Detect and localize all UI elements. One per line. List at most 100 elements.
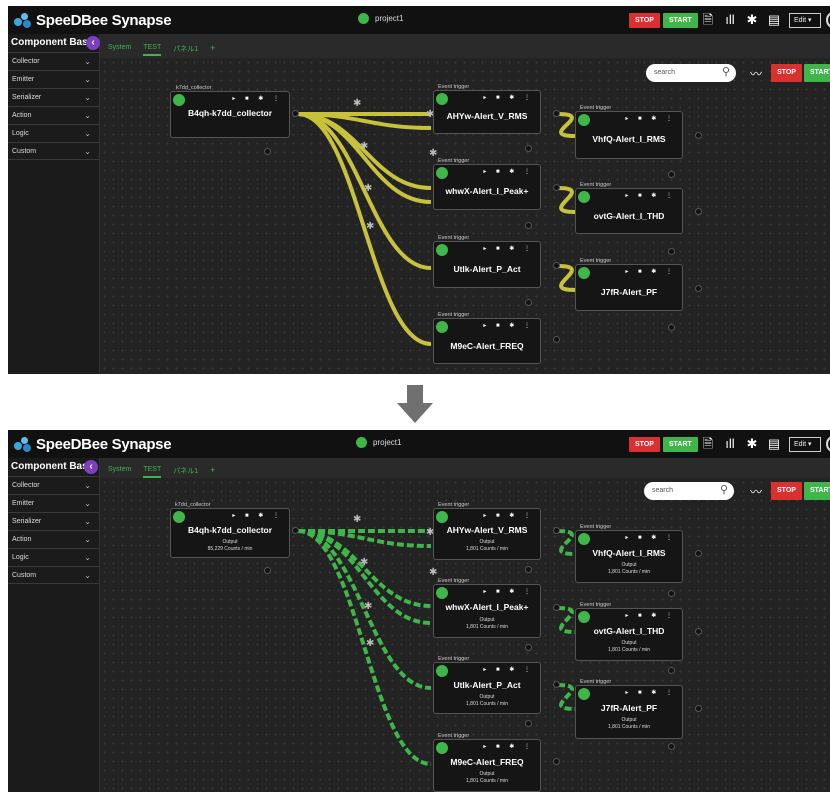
node-controls[interactable]: ▸ ■ ✱ ⋮ (625, 612, 676, 619)
connection-lines (297, 529, 576, 766)
screenshot-after: SpeeDBee Synapse project1 STOP START 🗎 ı… (8, 430, 830, 792)
output-port[interactable] (553, 110, 560, 117)
output-port[interactable] (695, 550, 702, 557)
status-dot (578, 267, 590, 279)
output-rate: 1,801 Counts / min (608, 569, 650, 575)
output-port[interactable] (264, 148, 271, 155)
trigger-node[interactable]: ▸ ■ ✱ ⋮ VhfQ-Alert_I_RMS Output 1,801 Co… (575, 530, 683, 583)
status-dot (173, 511, 185, 523)
node-controls[interactable]: ▸ ■ ✱ ⋮ (483, 245, 534, 252)
node-name: VhfQ-Alert_I_RMS (592, 134, 666, 144)
node-controls[interactable]: ▸ ■ ✱ ⋮ (483, 512, 534, 519)
trigger-node[interactable]: ▸ ■ ✱ ⋮ Utlk-Alert_P_Act Output 1,801 Co… (433, 662, 541, 714)
collector-node[interactable]: ▸ ■ ✱ ⋮ B4qh-k7dd_collector (170, 91, 290, 138)
node-name: VhfQ-Alert_I_RMS (592, 548, 666, 558)
trigger-node[interactable]: ▸ ■ ✱ ⋮ whwX-Alert_I_Peak+ Output 1,801 … (433, 584, 541, 638)
status-dot (578, 611, 590, 623)
output-port[interactable] (525, 644, 532, 651)
trigger-node[interactable]: ▸ ■ ✱ ⋮ ovtG-Alert_I_THD Output 1,801 Co… (575, 608, 683, 661)
node-controls[interactable]: ▸ ■ ✱ ⋮ (483, 168, 534, 175)
output-port[interactable] (553, 758, 560, 765)
connection-line (557, 683, 576, 711)
output-port[interactable] (668, 743, 675, 750)
output-port[interactable] (525, 145, 532, 152)
status-dot (436, 321, 448, 333)
screenshot-before: SpeeDBee Synapse project1 STOP START 🗎 ı… (8, 6, 830, 374)
status-dot (436, 587, 448, 599)
output-port[interactable] (292, 110, 299, 117)
node-name: B4qh-k7dd_collector (187, 108, 273, 118)
output-port[interactable] (553, 527, 560, 534)
output-port[interactable] (668, 171, 675, 178)
output-port[interactable] (668, 667, 675, 674)
output-port[interactable] (668, 590, 675, 597)
trigger-node[interactable]: ▸ ■ ✱ ⋮ M9eC-Alert_FREQ Output 1,801 Cou… (433, 739, 541, 792)
output-rate: 1,801 Counts / min (608, 647, 650, 653)
connection-line (557, 186, 576, 214)
output-port[interactable] (553, 604, 560, 611)
output-port[interactable] (668, 248, 675, 255)
collector-node[interactable]: ▸ ■ ✱ ⋮ B4qh-k7dd_collector Output 85,22… (170, 508, 290, 558)
trigger-node[interactable]: ▸ ■ ✱ ⋮ AHYw-Alert_V_RMS Output 1,801 Co… (433, 508, 541, 560)
output-rate: 1,801 Counts / min (608, 724, 650, 730)
output-port[interactable] (525, 720, 532, 727)
node-controls[interactable]: ▸ ■ ✱ ⋮ (483, 588, 534, 595)
node-name: M9eC-Alert_FREQ (450, 757, 524, 767)
output-port[interactable] (695, 208, 702, 215)
node-controls[interactable]: ▸ ■ ✱ ⋮ (625, 689, 676, 696)
trigger-node[interactable]: ▸ ■ ✱ ⋮ VhfQ-Alert_I_RMS (575, 111, 683, 159)
gear-icon: ✱ (364, 183, 373, 194)
node-controls[interactable]: ▸ ■ ✱ ⋮ (232, 512, 283, 519)
gear-icon: ✱ (353, 98, 362, 109)
connection-line (557, 529, 576, 556)
node-controls[interactable]: ▸ ■ ✱ ⋮ (625, 534, 676, 541)
trigger-node[interactable]: ▸ ■ ✱ ⋮ Utlk-Alert_P_Act (433, 241, 541, 288)
output-rate: 1,801 Counts / min (466, 778, 508, 784)
status-dot (436, 93, 448, 105)
node-name: J7fR-Alert_PF (600, 703, 658, 713)
output-label: Output (479, 539, 495, 545)
node-controls[interactable]: ▸ ■ ✱ ⋮ (625, 115, 676, 122)
trigger-node[interactable]: ▸ ■ ✱ ⋮ whwX-Alert_I_Peak+ (433, 164, 541, 210)
output-port[interactable] (695, 285, 702, 292)
trigger-node[interactable]: ▸ ■ ✱ ⋮ ovtG-Alert_I_THD (575, 188, 683, 234)
output-port[interactable] (292, 527, 299, 534)
trigger-node[interactable]: ▸ ■ ✱ ⋮ M9eC-Alert_FREQ (433, 318, 541, 364)
output-rate: 1,801 Counts / min (466, 701, 508, 707)
output-port[interactable] (553, 336, 560, 343)
node-name: Utlk-Alert_P_Act (453, 680, 521, 690)
node-name: M9eC-Alert_FREQ (450, 341, 524, 351)
status-dot (578, 688, 590, 700)
output-port[interactable] (695, 628, 702, 635)
output-port[interactable] (695, 132, 702, 139)
trigger-node[interactable]: ▸ ■ ✱ ⋮ J7fR-Alert_PF (575, 264, 683, 311)
output-port[interactable] (264, 567, 271, 574)
output-label: Output (222, 539, 238, 545)
status-dot (173, 94, 185, 106)
node-controls[interactable]: ▸ ■ ✱ ⋮ (483, 94, 534, 101)
gear-icon: ✱ (360, 141, 369, 152)
gear-icon: ✱ (353, 514, 362, 525)
output-port[interactable] (525, 222, 532, 229)
node-controls[interactable]: ▸ ■ ✱ ⋮ (483, 322, 534, 329)
output-label: Output (621, 562, 637, 568)
node-controls[interactable]: ▸ ■ ✱ ⋮ (232, 95, 283, 102)
node-controls[interactable]: ▸ ■ ✱ ⋮ (483, 666, 534, 673)
trigger-node[interactable]: ▸ ■ ✱ ⋮ AHYw-Alert_V_RMS (433, 90, 541, 134)
status-dot (436, 167, 448, 179)
node-controls[interactable]: ▸ ■ ✱ ⋮ (483, 743, 534, 750)
status-dot (578, 533, 590, 545)
gear-icon: ✱ (429, 567, 438, 578)
output-port[interactable] (695, 705, 702, 712)
trigger-node[interactable]: ▸ ■ ✱ ⋮ J7fR-Alert_PF Output 1,801 Count… (575, 685, 683, 739)
output-port[interactable] (553, 184, 560, 191)
output-port[interactable] (553, 681, 560, 688)
output-port[interactable] (553, 262, 560, 269)
output-port[interactable] (525, 299, 532, 306)
output-rate: 85,229 Counts / min (207, 546, 253, 552)
output-port[interactable] (668, 324, 675, 331)
output-port[interactable] (525, 566, 532, 573)
node-controls[interactable]: ▸ ■ ✱ ⋮ (625, 192, 676, 199)
down-arrow-icon (397, 385, 433, 423)
node-controls[interactable]: ▸ ■ ✱ ⋮ (625, 268, 676, 275)
